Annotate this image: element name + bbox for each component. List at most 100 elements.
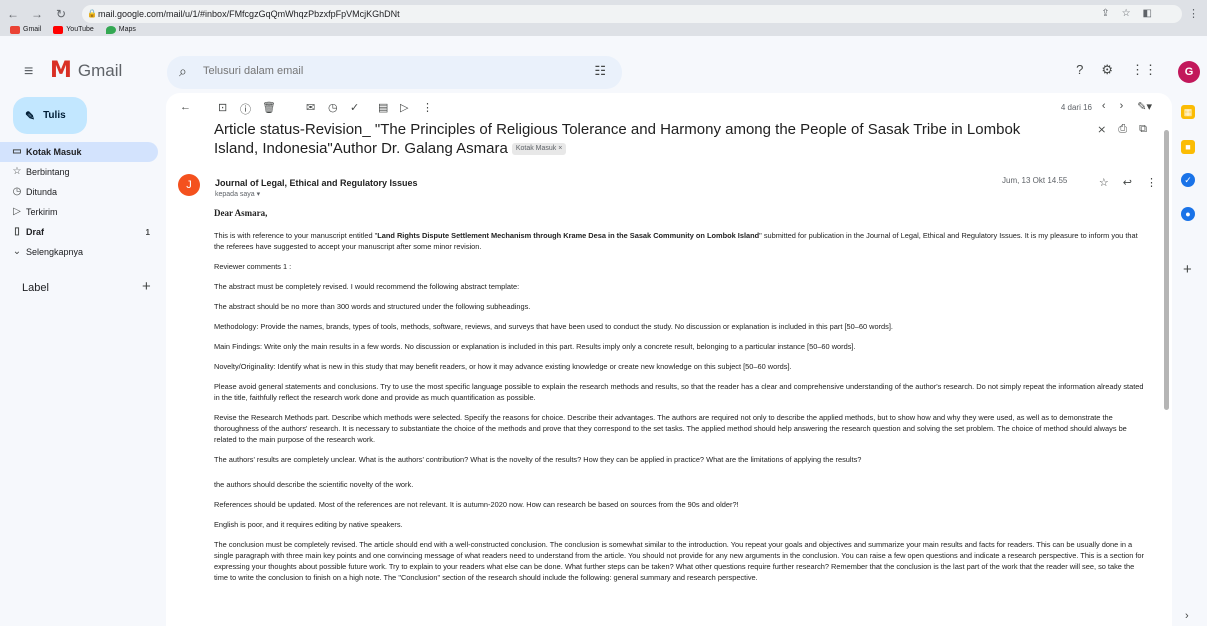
search-input[interactable] [203, 65, 543, 77]
email-body: Dear Asmara, This is with reference to y… [214, 208, 1144, 592]
show-side-panel-icon[interactable]: › [1185, 610, 1189, 622]
back-to-inbox-icon[interactable]: ← [180, 101, 191, 113]
sidebar-item-sent[interactable]: ▷ Terkirim [0, 202, 158, 222]
pencil-icon: ✎ [25, 108, 36, 123]
sidebar-item-starred[interactable]: ☆ Berbintang [0, 162, 158, 182]
search-options-icon[interactable]: ☷ [594, 63, 606, 79]
sidebar-item-label: Draf [26, 227, 45, 237]
more-options-icon[interactable]: ⋮ [422, 101, 433, 114]
search-icon[interactable]: ⌕ [179, 63, 187, 80]
move-to-icon[interactable]: ▤ [378, 101, 388, 114]
bookmark-maps[interactable]: Maps [105, 25, 136, 35]
body-paragraph: Reviewer comments 1 : [214, 262, 292, 271]
sidebar-item-label: Selengkapnya [26, 247, 84, 257]
sidepanel-icon[interactable]: ◧ [1143, 5, 1152, 23]
body-paragraph: Revise the Research Methods part. Descri… [214, 413, 1127, 444]
draft-count: 1 [145, 227, 150, 237]
chevron-down-icon: ⌄ [12, 246, 22, 257]
get-addons-icon[interactable]: + [1183, 261, 1192, 278]
more-vert-icon[interactable]: ⋮ [1146, 176, 1157, 189]
sender-name[interactable]: Journal of Legal, Ethical and Regulatory… [215, 178, 418, 188]
report-spam-icon[interactable]: ⓘ [240, 101, 251, 117]
sidebar-item-snoozed[interactable]: ◷ Ditunda [0, 182, 158, 202]
browser-nav: ← → ↻ [6, 7, 68, 21]
body-paragraph: The abstract must be completely revised.… [214, 282, 520, 291]
browser-menu-icon[interactable]: ⋮ [1188, 7, 1199, 20]
account-avatar[interactable]: G [1178, 61, 1200, 83]
sidebar-item-drafts[interactable]: ▯ Draf 1 [0, 222, 158, 242]
gmail-logo[interactable]: M Gmail [50, 58, 122, 83]
share-icon[interactable]: ⇪ [1101, 5, 1109, 23]
star-icon: ☆ [12, 166, 22, 177]
open-new-window-icon[interactable]: ⧉ [1139, 123, 1147, 136]
gmail-icon [10, 26, 20, 34]
forward-icon[interactable]: → [30, 7, 44, 21]
bookmark-gmail[interactable]: Gmail [10, 25, 41, 35]
delete-icon[interactable]: 🗑 [262, 101, 276, 114]
youtube-icon [53, 26, 64, 34]
manuscript-title: Land Rights Dispute Settlement Mechanism… [377, 231, 760, 240]
gmail-m-icon: M [50, 58, 72, 83]
email-date: Jum, 13 Okt 14.55 [1002, 176, 1068, 185]
main-menu-icon[interactable]: ≡ [24, 63, 33, 81]
add-task-icon[interactable]: ✓ [350, 101, 359, 114]
lock-icon: 🔒 [87, 9, 97, 18]
back-icon[interactable]: ← [6, 7, 20, 21]
bookmark-youtube[interactable]: YouTube [53, 25, 94, 35]
sidebar-item-label: Kotak Masuk [26, 147, 82, 157]
body-paragraph: English is poor, and it requires editing… [214, 520, 403, 529]
input-tools-icon[interactable]: ✎▾ [1137, 100, 1152, 113]
address-bar[interactable]: 🔒 mail.google.com/mail/u/1/#inbox/FMfcgz… [82, 5, 1182, 23]
reload-icon[interactable]: ↻ [54, 7, 68, 21]
mark-unread-icon[interactable]: ✉ [306, 101, 315, 114]
address-url: mail.google.com/mail/u/1/#inbox/FMfcgzGq… [98, 9, 400, 19]
tasks-icon[interactable]: ✓ [1181, 173, 1195, 187]
browser-toolbar: ← → ↻ 🔒 mail.google.com/mail/u/1/#inbox/… [0, 0, 1207, 36]
recipient-line[interactable]: kepada saya ▾ [215, 190, 260, 198]
apps-grid-icon[interactable]: ⋮⋮ [1131, 62, 1157, 78]
scrollbar-thumb[interactable] [1164, 130, 1169, 410]
compose-button[interactable]: ✎ Tulis [13, 97, 87, 134]
sidebar-item-label: Ditunda [26, 187, 58, 197]
bookmark-star-icon[interactable]: ☆ [1122, 5, 1131, 23]
inbox-label-chip[interactable]: Kotak Masuk × [511, 143, 567, 156]
sidebar-item-inbox[interactable]: ▭ Kotak Masuk [0, 142, 158, 162]
search-bar: ⌕ ☷ [167, 56, 622, 89]
subject-actions: ⨯ ⎙ ⧉ [1097, 123, 1147, 136]
body-paragraph: The abstract should be no more than 300 … [214, 302, 531, 311]
contacts-icon[interactable]: ● [1181, 207, 1195, 221]
message-pane: ← ⊡ ⓘ 🗑 ✉ ◷ ✓ ▤ ▷ ⋮ 4 dari 16 ‹ › ✎▾ Art… [166, 93, 1172, 626]
add-label-icon[interactable]: + [142, 278, 151, 295]
maps-icon [105, 26, 116, 34]
label-icon[interactable]: ▷ [400, 101, 408, 114]
body-paragraph: The conclusion must be completely revise… [214, 540, 1145, 582]
print-icon[interactable]: ⎙ [1118, 123, 1127, 136]
settings-gear-icon[interactable]: ⚙ [1101, 62, 1113, 78]
collapse-all-icon[interactable]: ⨯ [1097, 123, 1106, 136]
bookmark-label: Gmail [23, 26, 42, 33]
star-icon[interactable]: ☆ [1099, 176, 1109, 189]
app-name: Gmail [77, 60, 123, 80]
clock-icon: ◷ [12, 186, 22, 197]
archive-icon[interactable]: ⊡ [218, 101, 227, 114]
calendar-icon[interactable]: ▦ [1181, 105, 1195, 119]
sidebar-item-more[interactable]: ⌄ Selengkapnya [0, 242, 158, 262]
intro-paragraph: This is with reference to your manuscrip… [214, 230, 1144, 252]
older-icon[interactable]: › [1120, 100, 1124, 113]
body-paragraph: The authors' results are completely uncl… [214, 455, 862, 464]
bookmarks-bar: Gmail YouTube Maps [10, 25, 136, 35]
body-paragraph: References should be updated. Most of th… [214, 500, 739, 509]
help-icon[interactable]: ? [1076, 62, 1083, 78]
intro-before: This is with reference to your manuscrip… [214, 231, 378, 240]
bookmark-label: Maps [118, 26, 136, 33]
message-actions: ☆ ↩ ⋮ [1099, 176, 1157, 189]
keep-icon[interactable]: ■ [1181, 140, 1195, 154]
sidebar-item-label: Terkirim [26, 207, 58, 217]
draft-icon: ▯ [14, 226, 20, 237]
reply-icon[interactable]: ↩ [1123, 176, 1132, 189]
snooze-icon[interactable]: ◷ [328, 101, 338, 114]
inbox-icon: ▭ [12, 146, 22, 157]
newer-icon[interactable]: ‹ [1102, 100, 1106, 113]
sender-avatar[interactable]: J [178, 174, 200, 196]
bookmark-label: YouTube [66, 26, 94, 33]
